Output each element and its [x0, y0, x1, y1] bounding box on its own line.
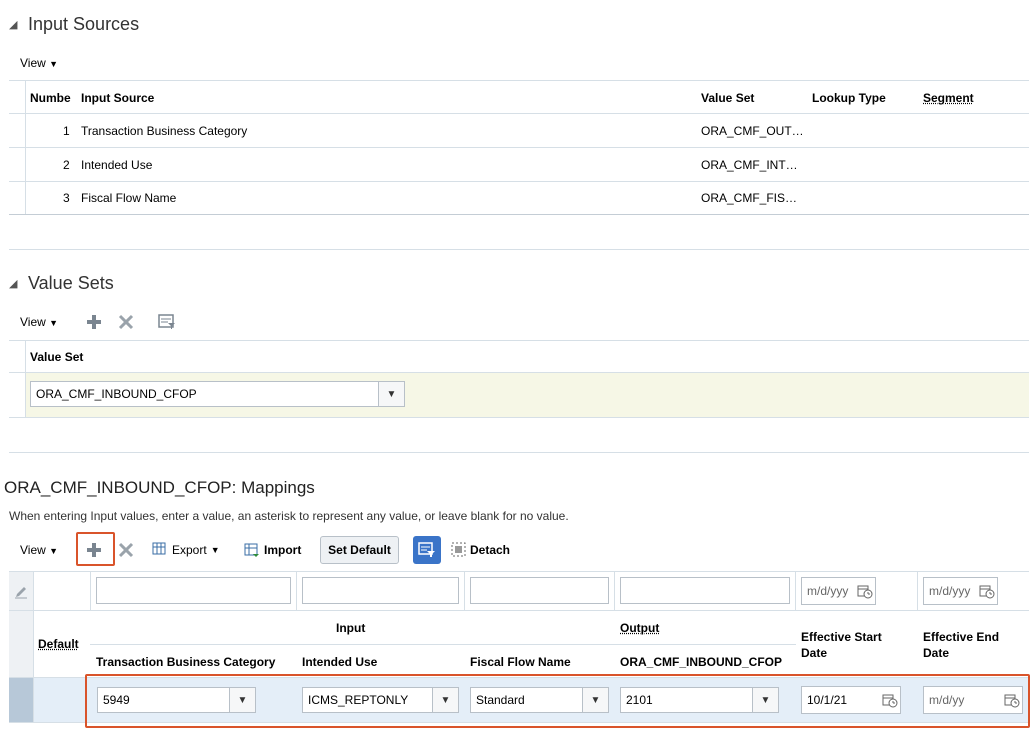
- import-label: Import: [264, 542, 302, 557]
- col-number[interactable]: Numbe: [30, 91, 71, 105]
- group-header-input: Input: [336, 621, 366, 635]
- row-input-source: Transaction Business Category: [81, 124, 248, 138]
- mappings-view-menu[interactable]: View ▼: [20, 543, 58, 557]
- highlight-box: [85, 674, 1030, 728]
- import-button[interactable]: Import: [244, 542, 301, 557]
- filter-intended-use-input[interactable]: [302, 577, 459, 604]
- set-default-button[interactable]: Set Default: [320, 536, 399, 564]
- input-sources-view-menu[interactable]: View ▼: [20, 56, 58, 70]
- value-sets-view-menu[interactable]: View ▼: [20, 315, 58, 329]
- value-sets-title: Value Sets: [28, 273, 114, 293]
- input-sources-title: Input Sources: [28, 14, 140, 34]
- row-number: 3: [63, 191, 70, 205]
- group-header-output[interactable]: Output: [620, 621, 659, 635]
- col-lookup-type[interactable]: Lookup Type: [812, 91, 886, 105]
- collapse-triangle-icon[interactable]: ◢: [9, 18, 17, 31]
- calendar-icon[interactable]: [855, 583, 875, 599]
- row-selector[interactable]: [9, 678, 33, 722]
- mappings-title: ORA_CMF_INBOUND_CFOP: Mappings: [4, 478, 315, 497]
- view-label: View: [20, 543, 46, 557]
- detach-label: Detach: [470, 542, 511, 557]
- date-placeholder: m/d/yyy: [807, 584, 849, 598]
- delete-icon[interactable]: [118, 314, 134, 330]
- filter-output-input[interactable]: [620, 577, 790, 604]
- col-effective-end-line1[interactable]: Effective End: [923, 630, 999, 644]
- chevron-down-icon[interactable]: ▼: [378, 382, 404, 406]
- collapse-triangle-icon[interactable]: ◢: [9, 277, 17, 290]
- row-value-set: ORA_CMF_FIS…: [701, 191, 798, 205]
- detach-button[interactable]: Detach: [451, 542, 510, 557]
- detach-icon: [451, 542, 466, 557]
- value-set-select[interactable]: ORA_CMF_INBOUND_CFOP ▼: [30, 381, 405, 407]
- col-effective-end-line2[interactable]: Date: [923, 646, 949, 660]
- query-by-example-button[interactable]: [413, 536, 441, 564]
- filter-start-date-input[interactable]: m/d/yyy: [801, 577, 876, 605]
- import-icon: [244, 543, 259, 557]
- col-output-value[interactable]: ORA_CMF_INBOUND_CFOP: [620, 655, 782, 669]
- export-label: Export: [172, 542, 207, 557]
- date-placeholder: m/d/yyy: [929, 584, 971, 598]
- chevron-down-icon: ▼: [49, 59, 59, 69]
- col-transaction-business-category[interactable]: Transaction Business Category: [96, 655, 275, 669]
- col-fiscal-flow-name[interactable]: Fiscal Flow Name: [470, 655, 571, 669]
- export-menu[interactable]: Export ▼: [152, 542, 220, 557]
- export-icon: [152, 542, 166, 555]
- filter-tbc-input[interactable]: [96, 577, 291, 604]
- col-default[interactable]: Default: [38, 637, 79, 651]
- row-number: 2: [63, 158, 70, 172]
- row-number: 1: [63, 124, 70, 138]
- row-input-source: Intended Use: [81, 158, 153, 172]
- row-value-set: ORA_CMF_INT…: [701, 158, 798, 172]
- col-value-set[interactable]: Value Set: [30, 350, 83, 364]
- mappings-hint: When entering Input values, enter a valu…: [9, 509, 569, 523]
- row-value-set: ORA_CMF_OUT…: [701, 124, 804, 138]
- col-input-source[interactable]: Input Source: [81, 91, 154, 105]
- filter-end-date-input[interactable]: m/d/yyy: [923, 577, 998, 605]
- calendar-icon[interactable]: [977, 583, 997, 599]
- edit-pencil-icon: [15, 587, 27, 599]
- chevron-down-icon: ▼: [210, 544, 220, 555]
- delete-icon[interactable]: [118, 542, 134, 558]
- query-by-example-icon[interactable]: [158, 314, 176, 330]
- value-set-select-value: ORA_CMF_INBOUND_CFOP: [36, 387, 197, 401]
- col-value-set[interactable]: Value Set: [701, 91, 754, 105]
- query-by-example-icon: [418, 542, 435, 557]
- col-segment[interactable]: Segment: [923, 91, 974, 105]
- chevron-down-icon: ▼: [49, 546, 59, 556]
- filter-fiscal-flow-input[interactable]: [470, 577, 609, 604]
- view-label: View: [20, 315, 46, 329]
- view-label: View: [20, 56, 46, 70]
- col-intended-use[interactable]: Intended Use: [302, 655, 377, 669]
- highlight-box: [76, 532, 115, 566]
- chevron-down-icon: ▼: [49, 318, 59, 328]
- add-icon[interactable]: [86, 314, 102, 330]
- row-input-source: Fiscal Flow Name: [81, 191, 177, 205]
- col-effective-start-line2[interactable]: Date: [801, 646, 827, 660]
- col-effective-start-line1[interactable]: Effective Start: [801, 630, 882, 644]
